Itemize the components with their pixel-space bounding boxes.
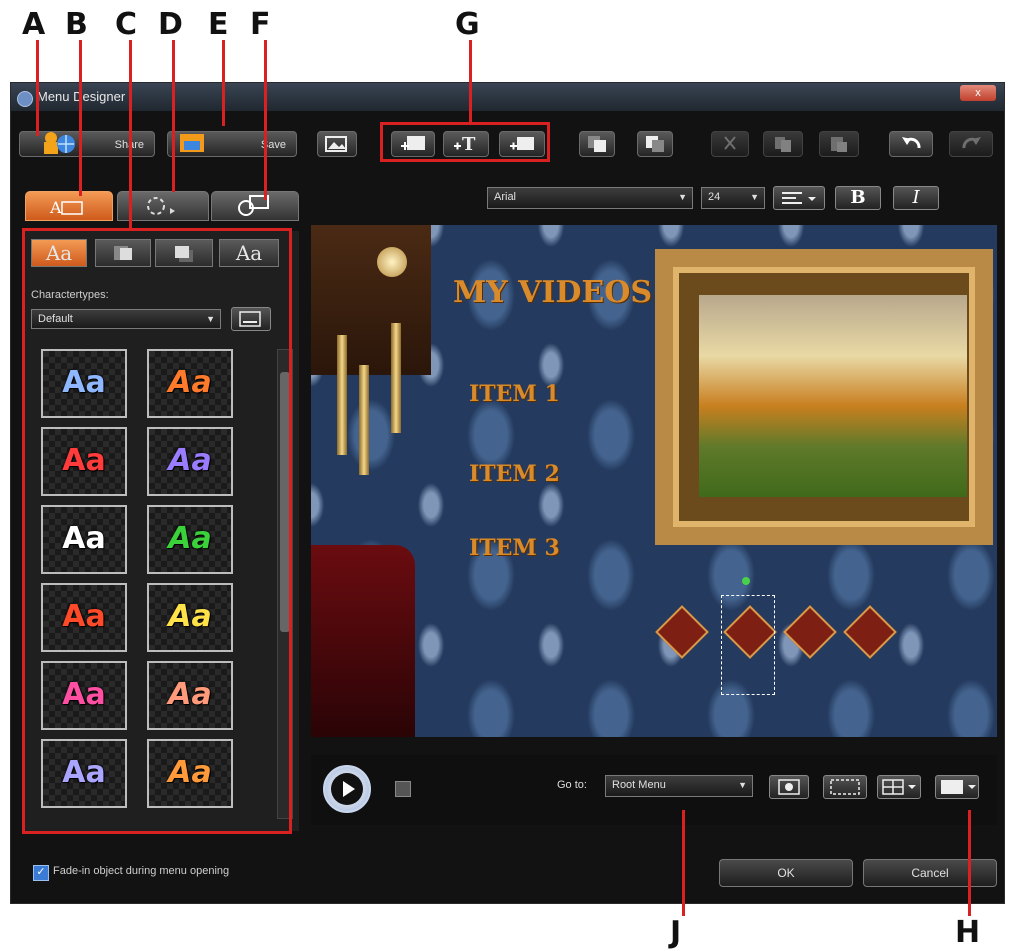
ok-button[interactable]: OK <box>719 859 853 887</box>
play-icon <box>331 773 363 805</box>
goto-dropdown[interactable]: Root Menu ▼ <box>605 775 753 797</box>
callout-a: A <box>22 7 46 42</box>
change-background-button[interactable] <box>317 131 357 157</box>
navigation-button-ornament[interactable] <box>783 605 837 659</box>
grid-icon <box>882 779 916 795</box>
highlight-add-objects-group <box>380 122 550 162</box>
fade-in-checkbox[interactable]: ✓ <box>33 865 49 881</box>
menu-title-text[interactable]: MY VIDEOS <box>453 275 652 310</box>
zoom-icon <box>778 779 800 795</box>
navigation-button-ornament[interactable] <box>843 605 897 659</box>
bring-forward-icon <box>588 136 606 152</box>
cut-button[interactable] <box>711 131 749 157</box>
copy-icon <box>775 137 791 152</box>
paste-button[interactable] <box>819 131 859 157</box>
rotate-handle[interactable] <box>742 577 750 585</box>
menu-item-1[interactable]: ITEM 1 <box>469 381 560 407</box>
font-size-value: 24 <box>708 191 721 203</box>
tab-text-properties[interactable]: A <box>25 191 113 221</box>
callout-c: C <box>115 7 138 42</box>
play-button[interactable] <box>323 765 371 813</box>
leader-line-b <box>79 40 82 196</box>
text-properties-icon: A <box>49 198 83 217</box>
leader-line-g <box>469 40 472 122</box>
font-size-dropdown[interactable]: 24 ▼ <box>701 187 765 209</box>
chime-bar <box>391 323 401 433</box>
chevron-down-icon: ▼ <box>738 780 747 790</box>
menu-item-2[interactable]: ITEM 2 <box>469 461 560 487</box>
safe-area-icon <box>830 779 860 795</box>
leader-line-e <box>222 40 225 126</box>
aspect-ratio-dropdown[interactable] <box>935 775 979 799</box>
chevron-down-icon: ▼ <box>678 192 687 202</box>
undo-icon <box>902 137 921 149</box>
align-left-icon <box>782 192 816 204</box>
highlight-text-style-panel <box>22 228 292 834</box>
chime-bar <box>359 365 369 475</box>
playback-bar: Go to: Root Menu ▼ <box>311 755 997 825</box>
leader-line-h <box>968 810 971 916</box>
undo-button[interactable] <box>889 131 933 157</box>
save-button[interactable]: Save <box>167 131 297 157</box>
selection-box[interactable] <box>721 595 775 695</box>
wall-clock-decoration <box>311 225 431 375</box>
copy-button[interactable] <box>763 131 803 157</box>
aspect-ratio-icon <box>941 780 976 794</box>
armchair-decoration <box>311 545 415 737</box>
menu-preview-canvas[interactable]: MY VIDEOS ITEM 1 ITEM 2 ITEM 3 <box>311 225 997 737</box>
svg-text:A: A <box>49 198 62 217</box>
leader-line-c <box>129 40 132 230</box>
callout-e: E <box>208 7 229 42</box>
callout-h: H <box>955 915 981 950</box>
title-bar: Menu Designer x <box>11 83 1004 111</box>
leader-line-d <box>172 40 175 192</box>
leader-line-a <box>36 40 39 136</box>
font-family-value: Arial <box>494 191 517 203</box>
app-icon <box>17 91 33 107</box>
bold-button[interactable]: B <box>835 186 881 210</box>
callout-j: J <box>670 915 682 950</box>
stop-button[interactable] <box>395 781 411 797</box>
callout-f: F <box>250 7 271 42</box>
bring-forward-button[interactable] <box>579 131 615 157</box>
autumn-tree-photo <box>699 295 967 497</box>
grid-dropdown[interactable] <box>877 775 921 799</box>
send-backward-icon <box>646 136 664 152</box>
clock-pendulum-disc <box>377 247 407 277</box>
share-icon <box>44 132 75 154</box>
zoom-button[interactable] <box>769 775 809 799</box>
font-family-dropdown[interactable]: Arial ▼ <box>487 187 693 209</box>
image-icon <box>325 136 347 152</box>
navigation-button-ornament[interactable] <box>655 605 709 659</box>
leader-line-f <box>264 40 267 200</box>
cut-icon <box>724 136 736 150</box>
tab-menu-properties[interactable] <box>211 191 299 221</box>
paste-icon <box>831 137 847 152</box>
goto-value: Root Menu <box>612 779 666 791</box>
safe-area-button[interactable] <box>823 775 867 799</box>
align-dropdown[interactable] <box>773 186 825 210</box>
save-icon <box>180 134 204 152</box>
callout-b: B <box>65 7 88 42</box>
menu-item-3[interactable]: ITEM 3 <box>469 535 560 561</box>
callout-d: D <box>158 7 183 42</box>
motion-icon <box>147 197 175 215</box>
cancel-button[interactable]: Cancel <box>863 859 997 887</box>
italic-button[interactable]: I <box>893 186 939 210</box>
chevron-down-icon: ▼ <box>750 192 759 202</box>
share-button[interactable]: Share <box>19 131 155 157</box>
fade-in-label: Fade-in object during menu opening <box>53 865 230 877</box>
goto-label: Go to: <box>557 779 587 791</box>
redo-button[interactable] <box>949 131 993 157</box>
callout-g: G <box>455 7 480 42</box>
send-backward-button[interactable] <box>637 131 673 157</box>
close-button[interactable]: x <box>960 85 996 101</box>
menu-properties-icon <box>238 195 269 216</box>
leader-line-j <box>682 810 685 916</box>
redo-icon <box>962 137 981 149</box>
chime-bar <box>337 335 347 455</box>
